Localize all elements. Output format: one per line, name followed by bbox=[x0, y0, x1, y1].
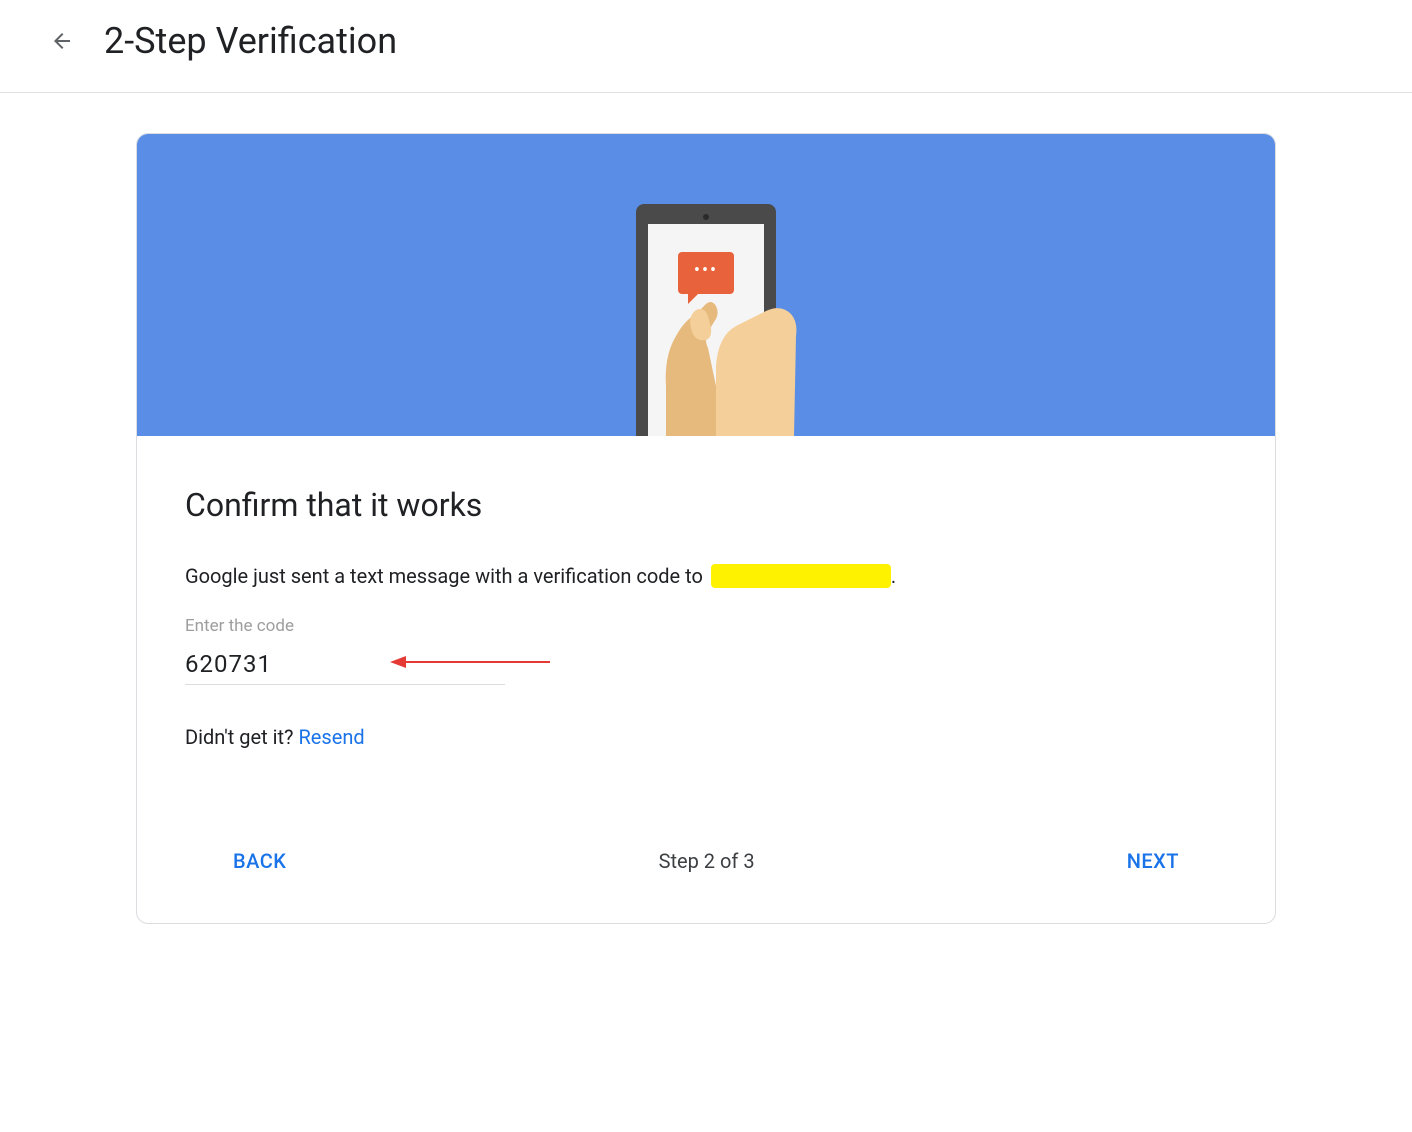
verification-card: ••• Confirm that it works Google just se… bbox=[136, 133, 1276, 924]
phone-icon: ••• bbox=[636, 204, 776, 436]
back-button[interactable]: BACK bbox=[225, 839, 294, 883]
description-suffix: . bbox=[891, 564, 896, 588]
resend-row: Didn't get it? Resend bbox=[185, 725, 1227, 749]
step-indicator: Step 2 of 3 bbox=[659, 849, 755, 873]
description-prefix: Google just sent a text message with a v… bbox=[185, 564, 703, 588]
code-input[interactable] bbox=[185, 644, 505, 685]
next-button[interactable]: NEXT bbox=[1119, 839, 1187, 883]
card-body: Confirm that it works Google just sent a… bbox=[137, 436, 1275, 923]
code-input-group: Enter the code bbox=[185, 616, 1227, 685]
resend-link[interactable]: Resend bbox=[298, 725, 364, 749]
resend-prompt: Didn't get it? bbox=[185, 725, 294, 749]
footer-row: BACK Step 2 of 3 NEXT bbox=[185, 839, 1227, 883]
message-bubble-icon: ••• bbox=[678, 252, 734, 294]
page-title: 2-Step Verification bbox=[104, 20, 397, 62]
page-header: 2-Step Verification bbox=[0, 0, 1412, 93]
back-arrow-icon[interactable] bbox=[50, 29, 74, 53]
banner-illustration: ••• bbox=[137, 134, 1275, 436]
content-wrapper: ••• Confirm that it works Google just se… bbox=[0, 93, 1412, 964]
code-input-label: Enter the code bbox=[185, 616, 1227, 636]
description-text: Google just sent a text message with a v… bbox=[185, 564, 1227, 588]
section-title: Confirm that it works bbox=[185, 486, 1227, 524]
redacted-phone bbox=[711, 564, 891, 588]
